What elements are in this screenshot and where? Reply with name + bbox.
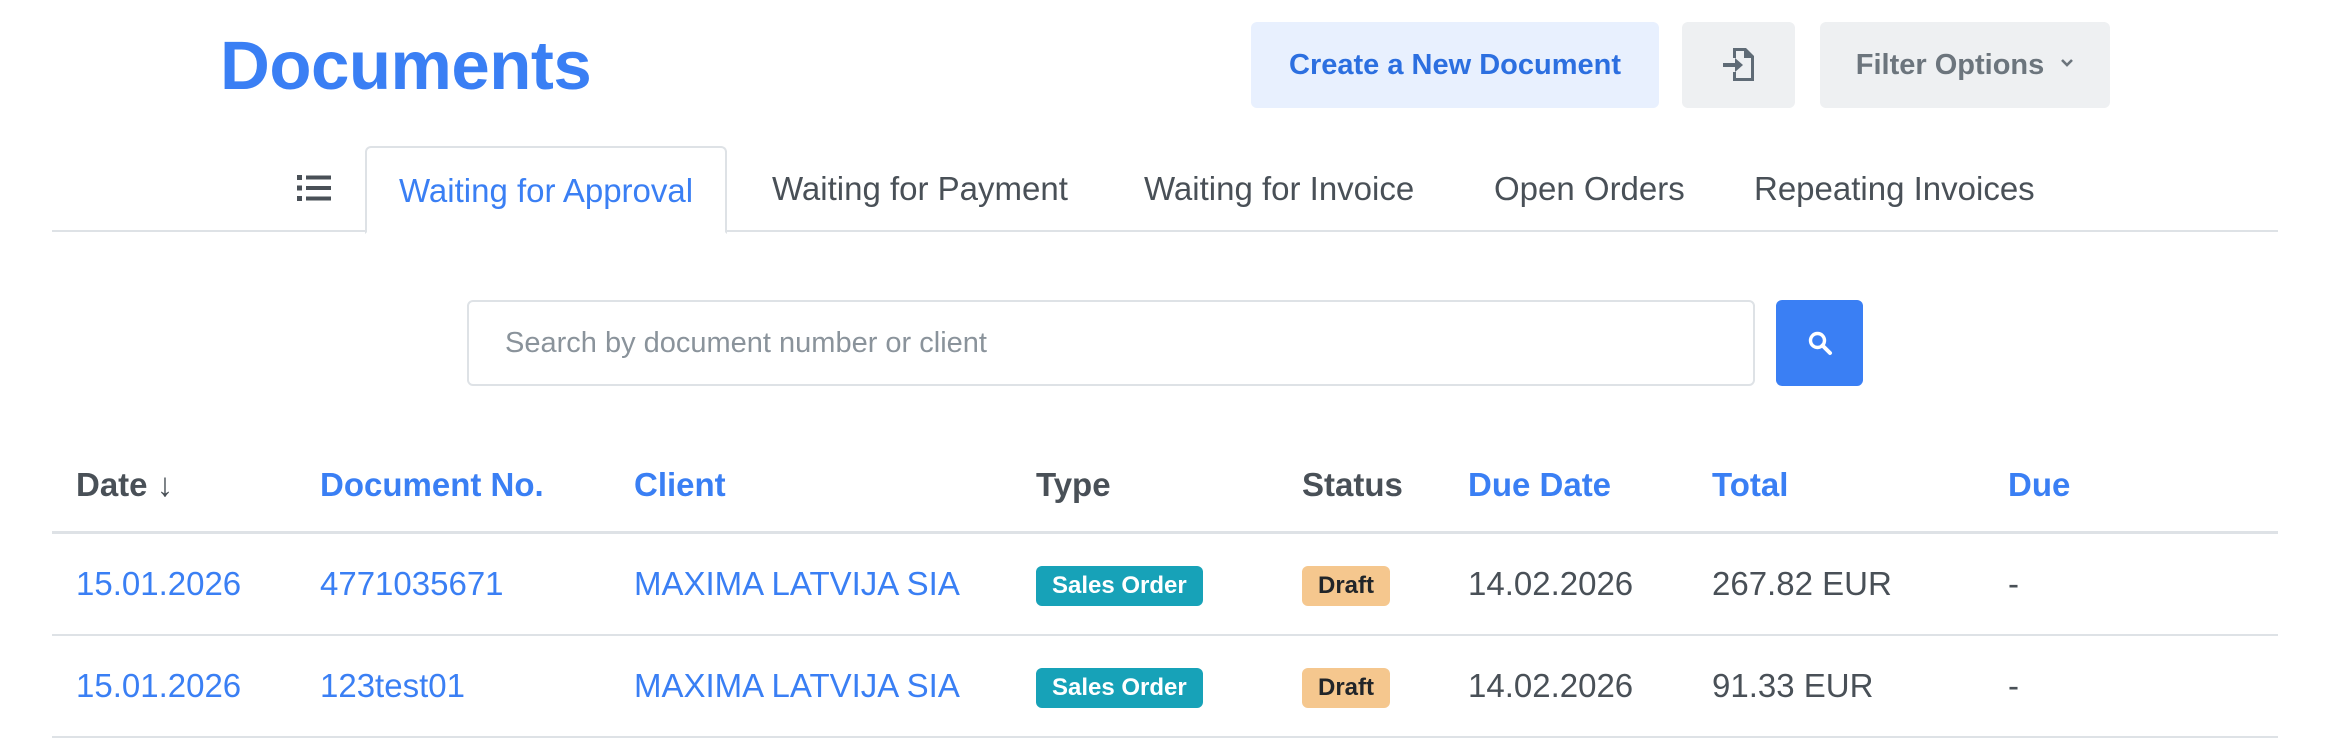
row-total: 267.82 EUR [1712,565,1892,602]
table-row[interactable]: 15.01.2026 123test01 MAXIMA LATVIJA SIA … [52,636,2278,738]
row-client-link[interactable]: MAXIMA LATVIJA SIA [634,636,960,736]
row-due-date: 14.02.2026 [1468,565,1634,602]
tab-open-orders[interactable]: Open Orders [1494,146,1685,232]
column-header-due[interactable]: Due [2008,466,2070,504]
row-client-link[interactable]: MAXIMA LATVIJA SIA [634,534,960,634]
table-header: Date ↓ Document No. Client Type Status D… [52,448,2278,534]
filter-options-label: Filter Options [1855,48,2045,81]
table-row[interactable]: 15.01.2026 4771035671 MAXIMA LATVIJA SIA… [52,534,2278,636]
file-import-icon [1722,48,1754,81]
tab-repeating-invoices[interactable]: Repeating Invoices [1754,146,2035,232]
row-status: Draft [1302,636,1391,736]
column-header-document-no[interactable]: Document No. [320,466,544,504]
row-type: Sales Order [1036,534,1203,634]
list-icon[interactable] [297,174,331,202]
search-button[interactable] [1776,300,1863,386]
row-document-no-link[interactable]: 4771035671 [320,534,504,634]
row-due: - [2008,667,2019,704]
type-badge: Sales Order [1036,668,1203,709]
create-document-button[interactable]: Create a New Document [1251,22,1659,108]
status-badge: Draft [1302,566,1391,607]
column-header-status: Status [1302,466,1403,503]
column-header-total[interactable]: Total [1712,466,1788,504]
search-icon [1808,331,1832,355]
row-due-date: 14.02.2026 [1468,667,1634,704]
row-due: - [2008,565,2019,602]
document-tabs: Waiting for Approval Waiting for Payment… [52,146,2278,234]
documents-page: Documents Create a New Document Filter O… [0,0,2332,754]
import-document-button[interactable] [1682,22,1795,108]
row-document-no-link[interactable]: 123test01 [320,636,465,736]
row-total: 91.33 EUR [1712,667,1874,704]
search-input[interactable] [467,300,1755,386]
column-header-type: Type [1036,466,1111,503]
column-header-due-date[interactable]: Due Date [1468,466,1611,504]
column-header-date[interactable]: Date ↓ [76,466,173,504]
row-type: Sales Order [1036,636,1203,736]
type-badge: Sales Order [1036,566,1203,607]
row-status: Draft [1302,534,1391,634]
filter-options-button[interactable]: Filter Options [1820,22,2110,108]
tab-waiting-for-payment[interactable]: Waiting for Payment [772,146,1068,232]
page-title: Documents [220,27,592,104]
chevron-down-icon [2060,52,2074,73]
row-date-link[interactable]: 15.01.2026 [76,636,241,736]
tab-waiting-for-invoice[interactable]: Waiting for Invoice [1144,146,1414,232]
row-date-link[interactable]: 15.01.2026 [76,534,241,634]
status-badge: Draft [1302,668,1391,709]
column-header-client[interactable]: Client [634,466,726,504]
tab-waiting-for-approval[interactable]: Waiting for Approval [365,146,728,234]
documents-table: Date ↓ Document No. Client Type Status D… [52,448,2278,738]
